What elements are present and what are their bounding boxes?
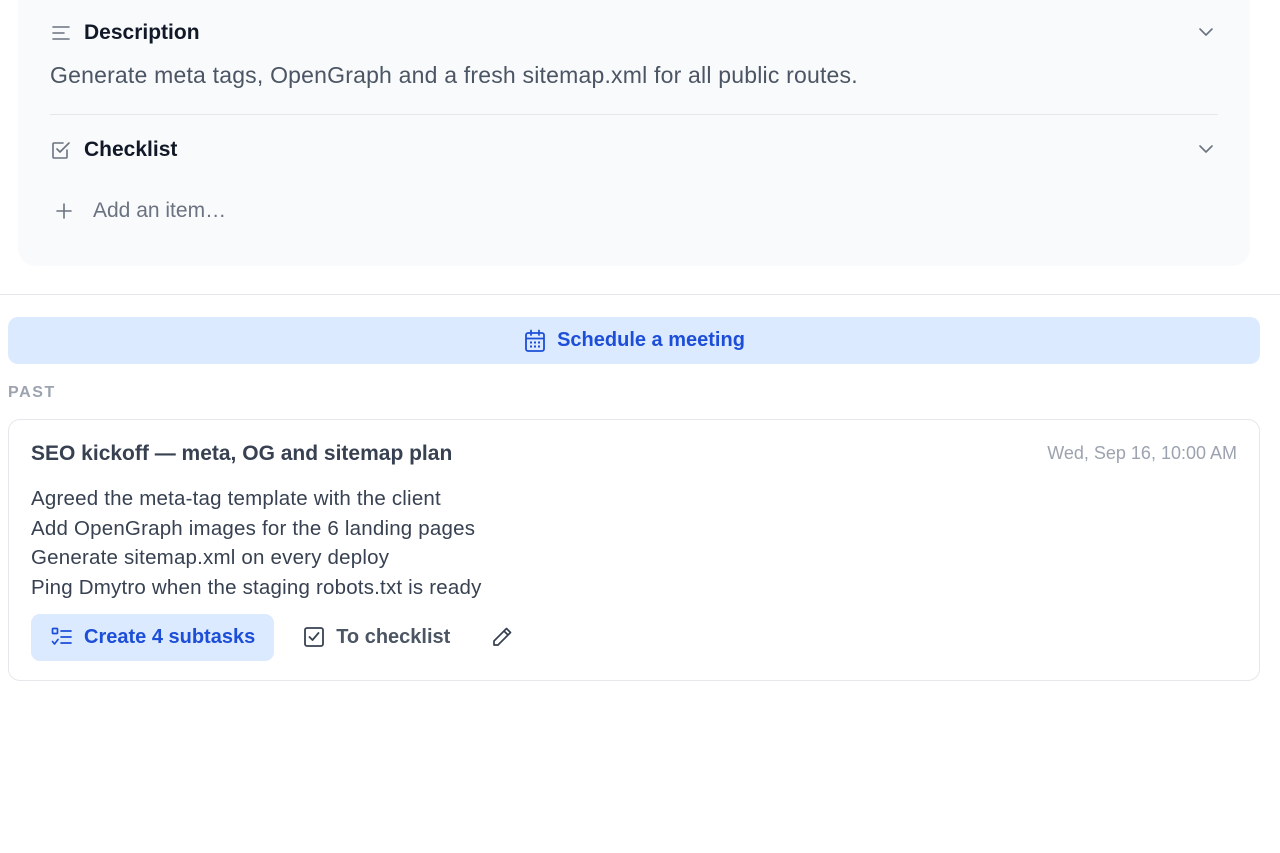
schedule-meeting-label: Schedule a meeting [557, 329, 745, 351]
description-header[interactable]: Description [50, 18, 200, 48]
to-checklist-button[interactable]: To checklist [302, 614, 450, 661]
meeting-title: SEO kickoff — meta, OG and sitemap plan [31, 442, 453, 465]
edit-pencil-icon[interactable] [488, 623, 516, 651]
meeting-date: Wed, Sep 16, 10:00 AM [1047, 443, 1237, 463]
plus-icon [52, 199, 76, 223]
description-text[interactable]: Generate meta tags, OpenGraph and a fres… [50, 62, 858, 89]
past-meeting-card[interactable]: SEO kickoff — meta, OG and sitemap plan … [8, 419, 1260, 681]
collapse-checklist-chevron-icon[interactable] [1194, 137, 1218, 161]
section-divider [50, 114, 1218, 115]
meeting-note: Agreed the meta-tag template with the cl… [31, 487, 441, 510]
meeting-notes: Agreed the meta-tag template with the cl… [31, 484, 482, 602]
checkbox-icon [302, 625, 326, 649]
to-checklist-label: To checklist [336, 625, 451, 648]
checklist-title: Checklist [84, 138, 178, 161]
description-title: Description [84, 21, 200, 44]
panel-divider [0, 294, 1280, 295]
task-details-panel [18, 0, 1250, 266]
align-left-icon [50, 22, 72, 44]
checkbox-icon [50, 139, 72, 161]
meeting-actions: Create 4 subtasks To checklist [31, 613, 516, 661]
checklist-header[interactable]: Checklist [50, 135, 177, 165]
add-checklist-item[interactable]: Add an item… [52, 196, 226, 226]
past-section-label: PAST [8, 384, 56, 401]
meeting-note: Add OpenGraph images for the 6 landing p… [31, 516, 476, 540]
create-subtasks-label: Create 4 subtasks [84, 625, 256, 648]
collapse-description-chevron-icon[interactable] [1194, 20, 1218, 44]
create-subtasks-button[interactable]: Create 4 subtasks [31, 613, 275, 661]
list-check-icon [50, 625, 74, 649]
meeting-note: Ping Dmytro when the staging robots.txt … [31, 575, 482, 599]
add-item-placeholder: Add an item… [93, 199, 227, 222]
calendar-icon [523, 329, 547, 353]
schedule-meeting-button[interactable]: Schedule a meeting [8, 317, 1260, 364]
meeting-note: Generate sitemap.xml on every deploy [31, 546, 390, 570]
